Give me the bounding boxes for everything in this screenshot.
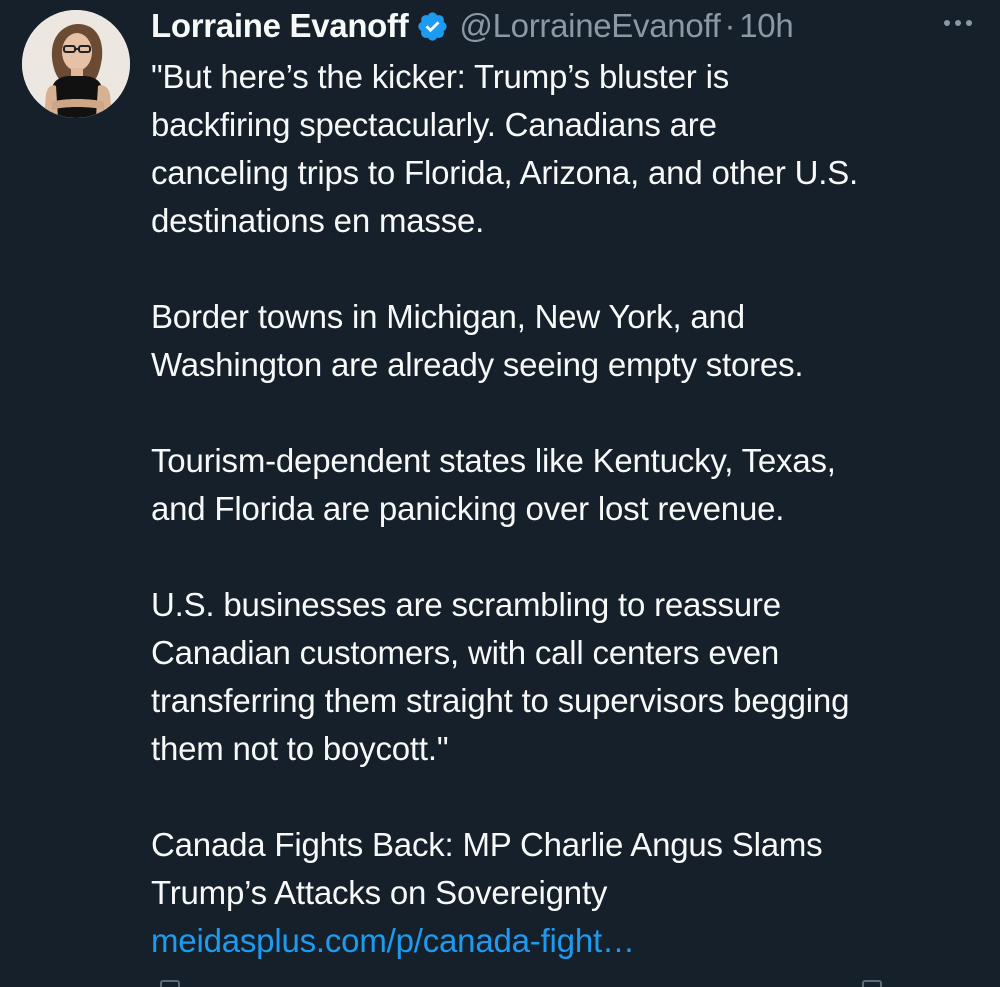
avatar[interactable] xyxy=(22,10,130,118)
text-line: them not to boycott." xyxy=(151,730,449,767)
tweet-paragraph: "But here’s the kicker: Trump’s bluster … xyxy=(151,53,991,245)
text-line: "But here’s the kicker: Trump’s bluster … xyxy=(151,58,729,95)
tweet-paragraph: Tourism-dependent states like Kentucky, … xyxy=(151,437,991,533)
text-line: Border towns in Michigan, New York, and xyxy=(151,298,745,335)
share-icon[interactable] xyxy=(862,980,882,987)
tweet-paragraph: U.S. businesses are scrambling to reassu… xyxy=(151,581,991,773)
more-options-icon[interactable] xyxy=(936,8,980,38)
reply-icon[interactable] xyxy=(160,980,180,987)
separator-dot: · xyxy=(724,7,736,44)
text-line: canceling trips to Florida, Arizona, and… xyxy=(151,154,859,191)
tweet-timestamp[interactable]: 10h xyxy=(739,7,793,45)
verified-badge-icon[interactable] xyxy=(416,10,449,43)
tweet: Lorraine Evanoff @LorraineEvanoff · 10h … xyxy=(0,0,1000,987)
text-line: transferring them straight to supervisor… xyxy=(151,682,850,719)
text-line: destinations en masse. xyxy=(151,202,485,239)
text-line: Tourism-dependent states like Kentucky, … xyxy=(151,442,836,479)
tweet-header: Lorraine Evanoff @LorraineEvanoff · 10h xyxy=(151,4,991,48)
text-line: Washington are already seeing empty stor… xyxy=(151,346,804,383)
link-title-line: Canada Fights Back: MP Charlie Angus Sla… xyxy=(151,826,823,863)
text-line: backfiring spectacularly. Canadians are xyxy=(151,106,717,143)
author-handle[interactable]: @LorraineEvanoff xyxy=(459,7,720,45)
link-title-line: Trump’s Attacks on Sovereignty xyxy=(151,874,608,911)
article-link[interactable]: meidasplus.com/p/canada-fight… xyxy=(151,917,991,965)
author-name[interactable]: Lorraine Evanoff xyxy=(151,7,409,45)
tweet-text: "But here’s the kicker: Trump’s bluster … xyxy=(151,53,991,965)
tweet-paragraph: Border towns in Michigan, New York, and … xyxy=(151,293,991,389)
tweet-paragraph: Canada Fights Back: MP Charlie Angus Sla… xyxy=(151,821,991,965)
text-line: Canadian customers, with call centers ev… xyxy=(151,634,780,671)
text-line: and Florida are panicking over lost reve… xyxy=(151,490,785,527)
text-line: U.S. businesses are scrambling to reassu… xyxy=(151,586,781,623)
